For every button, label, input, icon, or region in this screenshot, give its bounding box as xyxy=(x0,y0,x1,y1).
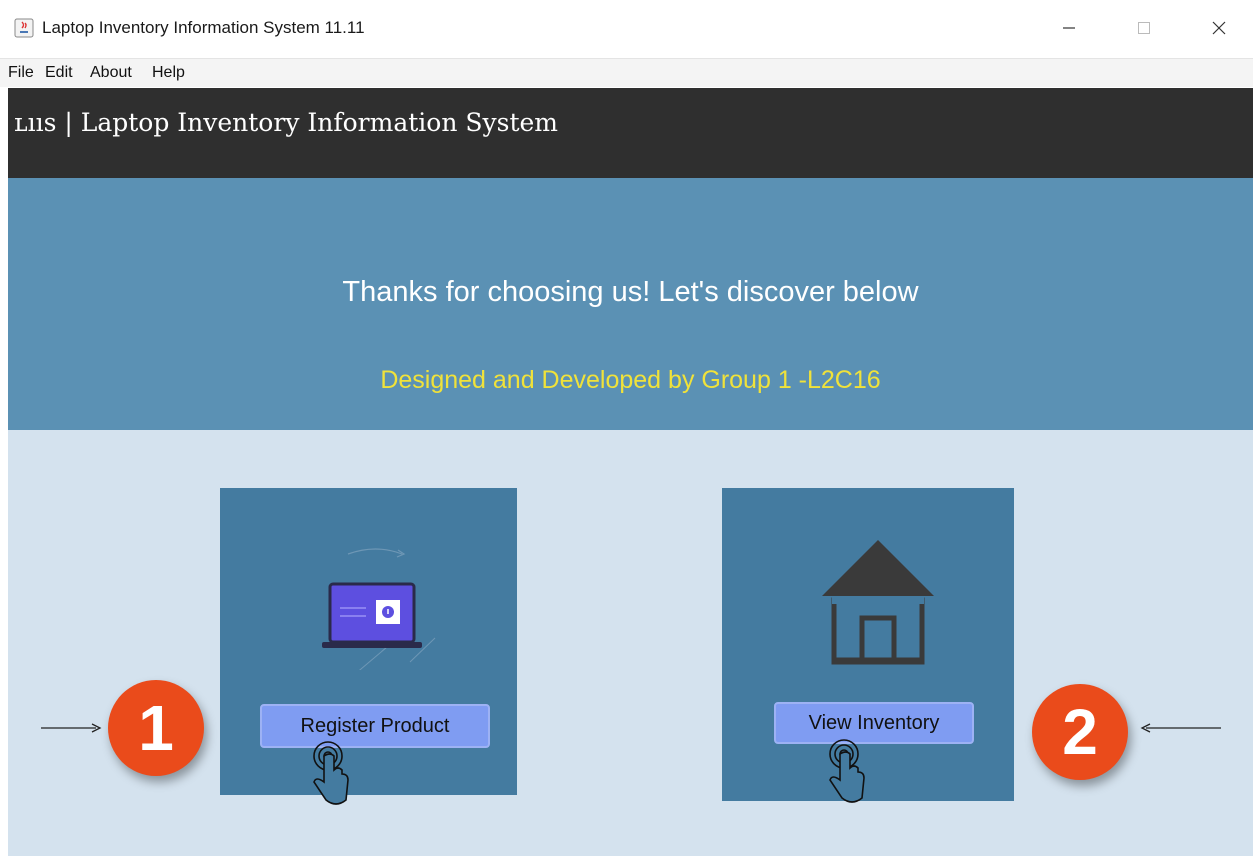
close-window-button[interactable] xyxy=(1197,12,1241,44)
app-header-title: ʟııs | Laptop Inventory Information Syst… xyxy=(14,108,558,137)
content-area: 1 Register Product View Inventory 2 xyxy=(8,430,1253,856)
arrow-left-icon xyxy=(1140,723,1221,733)
laptop-upload-icon xyxy=(322,548,436,670)
app-header: ʟııs | Laptop Inventory Information Syst… xyxy=(8,88,1253,178)
menu-edit[interactable]: Edit xyxy=(45,64,73,82)
register-product-card[interactable]: Register Product xyxy=(220,488,517,805)
maximize-icon xyxy=(1138,22,1150,34)
step-badge-2: 2 xyxy=(1032,684,1128,780)
tap-hand-icon xyxy=(829,739,865,803)
view-inventory-button[interactable]: View Inventory xyxy=(774,702,974,744)
menu-about[interactable]: About xyxy=(90,64,132,82)
window-title: Laptop Inventory Information System 11.1… xyxy=(42,18,365,37)
register-product-button[interactable]: Register Product xyxy=(260,704,490,748)
view-inventory-card[interactable]: View Inventory xyxy=(722,488,1014,803)
tap-hand-icon xyxy=(313,741,349,805)
menu-help[interactable]: Help xyxy=(152,64,185,82)
welcome-message: Thanks for choosing us! Let's discover b… xyxy=(342,276,919,308)
menu-bar: File Edit About Help xyxy=(0,58,1253,87)
minimize-icon xyxy=(1063,27,1075,29)
menu-file[interactable]: File xyxy=(8,64,34,82)
welcome-banner: Thanks for choosing us! Let's discover b… xyxy=(8,178,1253,430)
step-badge-1: 1 xyxy=(108,680,204,776)
house-icon xyxy=(822,540,934,665)
arrow-right-icon xyxy=(41,723,102,733)
close-icon xyxy=(1212,21,1226,35)
java-app-icon xyxy=(14,18,34,38)
maximize-button[interactable] xyxy=(1122,12,1166,44)
window-titlebar: Laptop Inventory Information System 11.1… xyxy=(0,0,1253,56)
credits-text: Designed and Developed by Group 1 -L2C16 xyxy=(380,366,881,394)
minimize-button[interactable] xyxy=(1047,12,1091,44)
